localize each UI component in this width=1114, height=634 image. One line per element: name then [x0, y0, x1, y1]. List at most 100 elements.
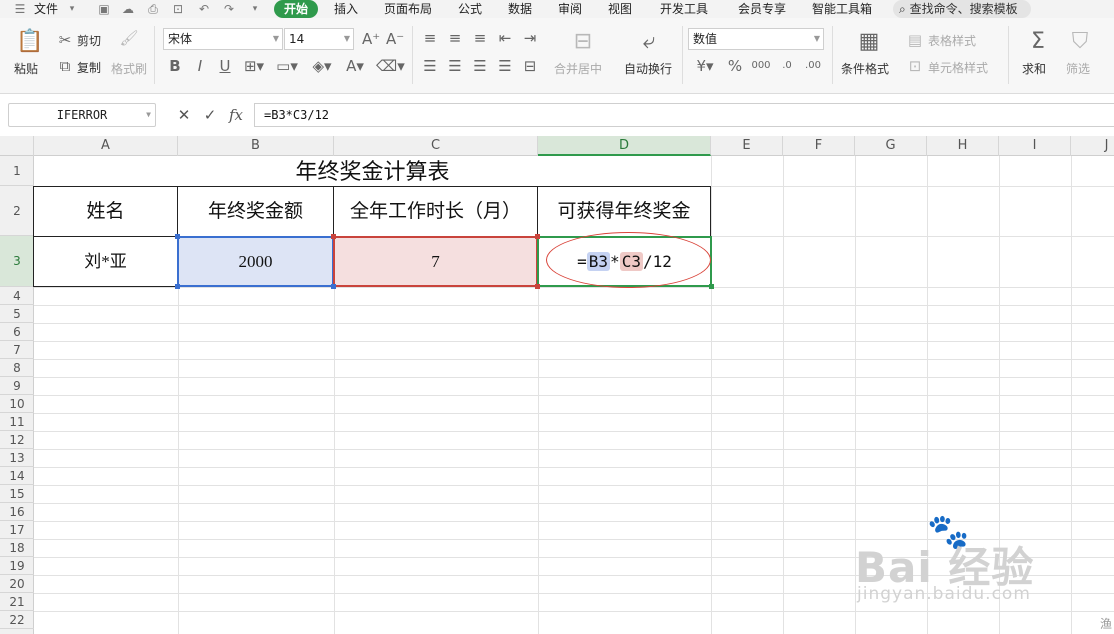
align-center-icon[interactable]: ☰: [447, 58, 463, 74]
conditional-format-icon[interactable]: ▦: [856, 30, 882, 54]
ref-handle-c3[interactable]: [331, 234, 336, 239]
wrap-text-button[interactable]: 自动换行: [624, 62, 672, 76]
ref-handle-b3[interactable]: [331, 284, 336, 289]
thousands-icon[interactable]: 000: [751, 58, 771, 74]
column-header-c[interactable]: C: [334, 136, 538, 156]
cell-style-button[interactable]: 单元格样式: [928, 61, 988, 75]
underline-icon[interactable]: U: [216, 58, 234, 74]
ref-handle-c3[interactable]: [535, 284, 540, 289]
row-header-8[interactable]: 8: [0, 359, 34, 377]
column-header-a[interactable]: A: [34, 136, 178, 156]
row-header-22[interactable]: 22: [0, 611, 34, 629]
distributed-icon[interactable]: ⊟: [522, 58, 538, 74]
name-box[interactable]: IFERROR ▼: [8, 103, 156, 127]
align-top-icon[interactable]: ≡: [422, 30, 438, 46]
header-cell-months[interactable]: 全年工作时长（月）: [333, 186, 538, 237]
row-header-6[interactable]: 6: [0, 323, 34, 341]
paste-icon[interactable]: 📋: [16, 30, 43, 54]
conditional-format-button[interactable]: 条件格式: [841, 62, 889, 76]
hamburger-menu-icon[interactable]: ☰: [12, 1, 28, 17]
increase-font-icon[interactable]: A⁺: [362, 31, 380, 47]
column-header-h[interactable]: H: [927, 136, 999, 156]
cell-b3-bonus[interactable]: 2000: [177, 236, 334, 287]
sum-button[interactable]: 求和: [1022, 62, 1046, 76]
row-header-17[interactable]: 17: [0, 521, 34, 539]
tab-page-layout[interactable]: 页面布局: [384, 1, 432, 17]
ref-handle-b3[interactable]: [175, 234, 180, 239]
currency-icon[interactable]: ¥▾: [694, 58, 716, 74]
save-icon[interactable]: ▣: [96, 1, 112, 17]
formula-input[interactable]: =B3*C3/12: [254, 103, 1114, 127]
header-cell-bonus[interactable]: 年终奖金额: [177, 186, 334, 237]
file-chevron-icon[interactable]: ▾: [64, 1, 80, 17]
print-preview-icon[interactable]: ⊡: [170, 1, 186, 17]
column-header-j[interactable]: J: [1071, 136, 1114, 156]
row-header-9[interactable]: 9: [0, 377, 34, 395]
row-header-19[interactable]: 19: [0, 557, 34, 575]
align-left-icon[interactable]: ☰: [422, 58, 438, 74]
row-header-11[interactable]: 11: [0, 413, 34, 431]
filter-button[interactable]: 筛选: [1066, 62, 1090, 76]
sheet-title-cell[interactable]: 年终奖金计算表: [34, 156, 711, 187]
table-style-button[interactable]: 表格样式: [928, 34, 976, 48]
tab-data[interactable]: 数据: [508, 1, 532, 17]
tab-member[interactable]: 会员专享: [738, 1, 786, 17]
row-header-12[interactable]: 12: [0, 431, 34, 449]
row-header-1[interactable]: 1: [0, 156, 34, 186]
print-icon[interactable]: ⎙: [145, 1, 161, 17]
file-menu[interactable]: 文件: [34, 1, 58, 17]
font-color-icon[interactable]: A▾: [342, 58, 368, 74]
filter-icon[interactable]: ⛉: [1068, 30, 1092, 54]
cut-button[interactable]: 剪切: [77, 34, 101, 48]
fill-handle[interactable]: [709, 284, 714, 289]
column-header-i[interactable]: I: [999, 136, 1071, 156]
quick-access-chevron-icon[interactable]: ▾: [247, 1, 263, 17]
row-header-3[interactable]: 3: [0, 236, 34, 287]
tab-formulas[interactable]: 公式: [458, 1, 482, 17]
justify-icon[interactable]: ☰: [497, 58, 513, 74]
decrease-font-icon[interactable]: A⁻: [386, 31, 404, 47]
align-middle-icon[interactable]: ≡: [447, 30, 463, 46]
tab-view[interactable]: 视图: [608, 1, 632, 17]
merge-center-button[interactable]: 合并居中: [554, 62, 602, 76]
select-all-corner[interactable]: [0, 136, 34, 156]
bold-icon[interactable]: B: [166, 58, 184, 74]
tab-home[interactable]: 开始: [274, 0, 318, 18]
fill-color-icon[interactable]: ◈▾: [308, 58, 336, 74]
increase-decimal-icon[interactable]: .0: [777, 58, 797, 74]
ref-handle-c3[interactable]: [535, 234, 540, 239]
column-header-g[interactable]: G: [855, 136, 927, 156]
number-format-select[interactable]: 数值 ▼: [688, 28, 824, 50]
tab-smart-toolbox[interactable]: 智能工具箱: [812, 1, 872, 17]
column-header-e[interactable]: E: [711, 136, 783, 156]
tab-review[interactable]: 审阅: [558, 1, 582, 17]
cell-a3-name[interactable]: 刘*亚: [33, 236, 178, 287]
cloud-icon[interactable]: ☁: [120, 1, 136, 17]
redo-icon[interactable]: ↷: [221, 1, 237, 17]
confirm-icon[interactable]: ✓: [200, 104, 220, 126]
column-header-f[interactable]: F: [783, 136, 855, 156]
row-header-14[interactable]: 14: [0, 467, 34, 485]
column-header-d[interactable]: D: [538, 136, 711, 156]
font-size-select[interactable]: 14 ▼: [284, 28, 354, 50]
ref-handle-b3[interactable]: [175, 284, 180, 289]
row-header-21[interactable]: 21: [0, 593, 34, 611]
command-search-box[interactable]: ⌕ 查找命令、搜索模板: [893, 0, 1031, 18]
table-style-icon[interactable]: ▤: [906, 32, 924, 48]
percent-icon[interactable]: %: [727, 58, 743, 74]
row-header-16[interactable]: 16: [0, 503, 34, 521]
format-painter-button[interactable]: 格式刷: [111, 62, 147, 76]
sum-icon[interactable]: Σ: [1026, 30, 1050, 54]
row-header-5[interactable]: 5: [0, 305, 34, 323]
row-header-2[interactable]: 2: [0, 186, 34, 236]
format-painter-icon[interactable]: 🖌: [118, 30, 140, 46]
align-right-icon[interactable]: ☰: [472, 58, 488, 74]
row-header-18[interactable]: 18: [0, 539, 34, 557]
header-cell-result[interactable]: 可获得年终奖金: [537, 186, 711, 237]
row-header-10[interactable]: 10: [0, 395, 34, 413]
insert-function-icon[interactable]: fx: [226, 104, 246, 126]
row-header-20[interactable]: 20: [0, 575, 34, 593]
row-header-4[interactable]: 4: [0, 287, 34, 305]
copy-button[interactable]: 复制: [77, 61, 101, 75]
wrap-text-icon[interactable]: ⤶: [636, 30, 662, 54]
